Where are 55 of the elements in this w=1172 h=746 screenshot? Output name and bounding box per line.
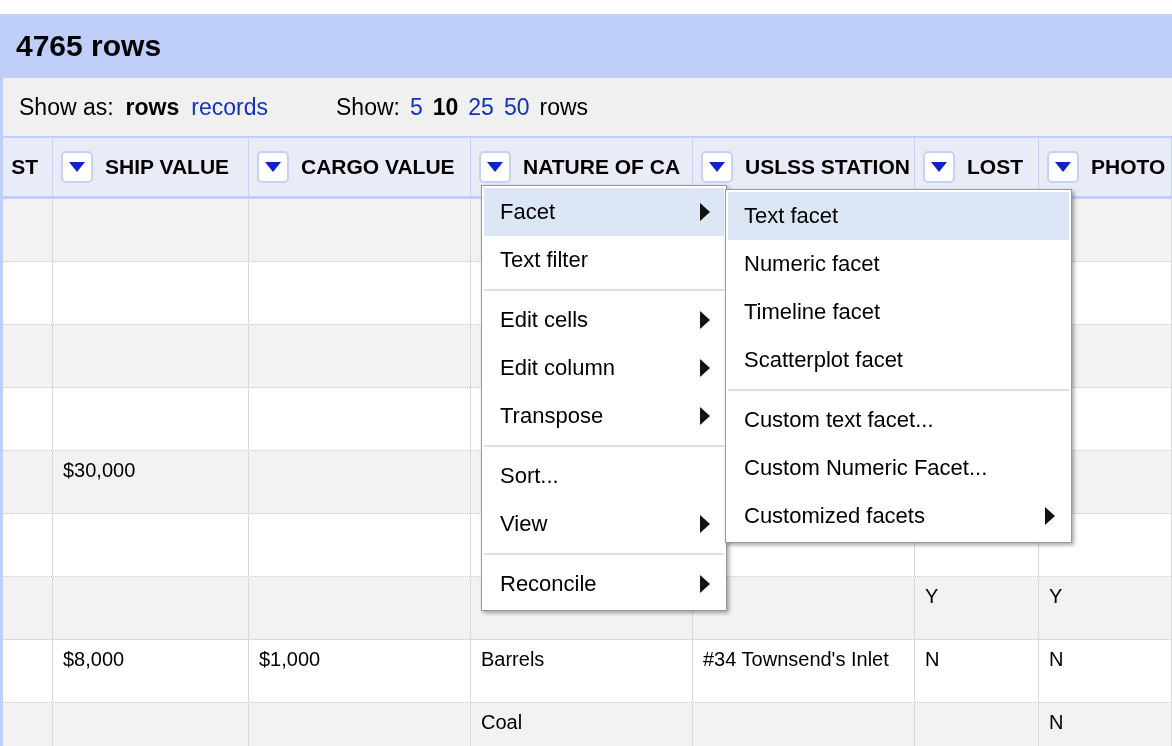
menu-item[interactable]: Edit cells [484,296,724,344]
menu-item[interactable]: Customized facets [728,492,1069,540]
column-title: LOST [967,155,1023,179]
row-count: 4765 rows [16,29,162,63]
page-size-link[interactable]: 5 [409,93,423,121]
table-cell: #34 Townsend's Inlet [703,648,889,670]
menu-item[interactable]: Text facet [728,192,1069,240]
column-title: USLSS STATION [745,155,910,179]
page-size-link[interactable]: 10 [432,93,459,121]
caret-icon [1055,162,1071,172]
table-cell: Y [1049,585,1063,607]
view-mode-link[interactable]: records [191,93,268,121]
column-menu-button[interactable] [701,151,733,183]
caret-icon [487,162,503,172]
show-as-label: Show as: [19,93,114,121]
menu-item[interactable]: Text filter [484,236,724,284]
column-menu-button[interactable] [1047,151,1079,183]
table-cell: $8,000 [63,648,125,670]
menu-item[interactable]: Transpose [484,392,724,440]
menu-item[interactable]: Numeric facet [728,240,1069,288]
menu-item[interactable]: View [484,500,724,548]
column-title: SHIP VALUE [105,155,230,179]
table-cell: N [1049,711,1064,733]
caret-icon [709,162,725,172]
table-cell: $30,000 [63,459,136,481]
menu-item[interactable]: Facet [484,188,724,236]
column-title: PHOTO [1091,155,1166,179]
column-title: NATURE OF CA [523,155,681,179]
menu-item[interactable]: Sort... [484,452,724,500]
caret-icon [265,162,281,172]
caret-icon [931,162,947,172]
page-size-link[interactable]: 25 [468,93,494,121]
caret-icon [69,162,85,172]
table-cell: Barrels [481,648,545,670]
menu-item[interactable]: Custom text facet... [728,396,1069,444]
column-title: CARGO VALUE [301,155,455,179]
column-menu-button[interactable] [923,151,955,183]
menu-item[interactable]: Custom Numeric Facet... [728,444,1069,492]
column-menu-button[interactable] [61,151,93,183]
table-cell: N [925,648,940,670]
menu-item[interactable]: Timeline facet [728,288,1069,336]
show-label: Show: [336,93,400,121]
table-cell: $1,000 [259,648,321,670]
view-mode-link[interactable]: rows [125,93,180,121]
table-cell: Y [925,585,939,607]
column-menu-button[interactable] [257,151,289,183]
menu-item[interactable]: Scatterplot facet [728,336,1069,384]
table-cell: N [1049,648,1064,670]
column-title: ST [11,155,38,179]
rows-label: rows [539,93,589,121]
column-menu-button[interactable] [479,151,511,183]
table-cell: Coal [481,711,523,733]
menu-item[interactable]: Reconcile [484,560,724,608]
page-size-link[interactable]: 50 [503,93,530,121]
menu-item[interactable]: Edit column [484,344,724,392]
